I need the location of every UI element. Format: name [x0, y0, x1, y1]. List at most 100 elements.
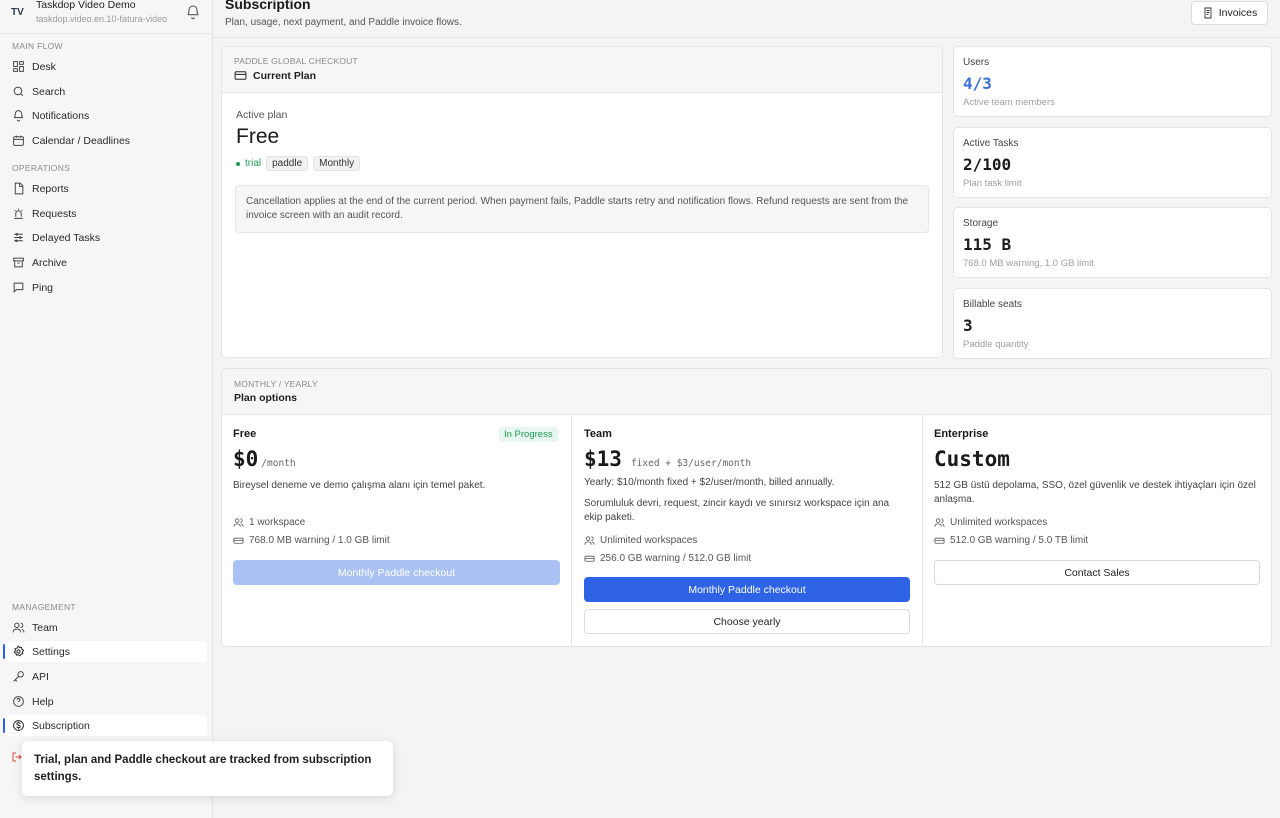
sidebar-item-label: Settings: [32, 645, 70, 658]
feature-workspaces: Unlimited workspaces: [934, 517, 1047, 528]
active-plan-label: Active plan: [236, 109, 288, 121]
section-operations: OPERATIONS: [12, 163, 71, 173]
sidebar-item-settings[interactable]: Settings: [3, 641, 207, 662]
feature-workspaces: Unlimited workspaces: [584, 535, 697, 546]
plan-options-title: Plan options: [234, 392, 297, 404]
stat-value: 115 B: [963, 235, 1012, 254]
storage-icon: [934, 537, 945, 544]
archive-icon: [13, 257, 24, 268]
sidebar: TV Taskdop Video Demo taskdop.video.en.1…: [0, 0, 213, 818]
section-management: MANAGEMENT: [12, 602, 76, 612]
stat-label: Storage: [963, 218, 999, 229]
sidebar-item-desk[interactable]: Desk: [6, 56, 207, 77]
invoices-button[interactable]: Invoices: [1191, 1, 1268, 25]
stat-label: Active Tasks: [963, 138, 1019, 149]
page-title: Subscription: [225, 0, 311, 12]
invoices-label: Invoices: [1218, 7, 1258, 19]
users-icon: [934, 518, 945, 527]
gear-icon: [13, 645, 25, 657]
stat-sub: 768.0 MB warning, 1.0 GB limit: [963, 258, 1094, 269]
sidebar-item-calendar[interactable]: Calendar / Deadlines: [6, 130, 207, 151]
billing-cycle-tag: Monthly: [313, 156, 361, 171]
price-amount: Custom: [934, 447, 1010, 471]
sidebar-item-label: Reports: [32, 182, 69, 195]
users-icon: [233, 518, 244, 527]
help-icon: [13, 696, 24, 707]
stat-value: 4/3: [963, 74, 992, 93]
stat-value: 3: [963, 316, 973, 335]
storage-icon: [233, 537, 244, 544]
key-icon: [13, 671, 24, 682]
sidebar-item-label: Search: [32, 85, 66, 98]
plan-name-enterprise: Enterprise: [934, 428, 989, 440]
sidebar-item-archive[interactable]: Archive: [6, 252, 207, 273]
plan-options-header: MONTHLY / YEARLY Plan options: [222, 369, 1271, 415]
contact-sales-button[interactable]: Contact Sales: [934, 560, 1260, 585]
sidebar-item-subscription[interactable]: Subscription: [3, 715, 207, 736]
feature-text: 512.0 GB warning / 5.0 TB limit: [950, 535, 1089, 546]
stat-label: Billable seats: [963, 299, 1022, 310]
bell-icon[interactable]: [185, 4, 201, 20]
stat-card-active-tasks: Active Tasks 2/100 Plan task limit: [953, 127, 1272, 198]
sidebar-item-help[interactable]: Help: [6, 691, 207, 712]
sidebar-item-search[interactable]: Search: [6, 81, 207, 102]
siren-icon: [14, 208, 23, 219]
plan-desc-team: Sorumluluk devri, request, zincir kaydı …: [584, 498, 890, 523]
toast-message: Trial, plan and Paddle checkout are trac…: [22, 741, 393, 796]
sidebar-item-label: Help: [32, 695, 54, 708]
price-amount: $0: [233, 447, 259, 471]
feature-storage: 512.0 GB warning / 5.0 TB limit: [934, 535, 1088, 546]
stat-card-users: Users 4/3 Active team members: [953, 46, 1272, 117]
plan-options-eyebrow: MONTHLY / YEARLY: [234, 379, 318, 389]
workspace-switcher[interactable]: TV Taskdop Video Demo taskdop.video.en.1…: [0, 0, 212, 34]
column-divider: [571, 414, 572, 646]
choose-yearly-button[interactable]: Choose yearly: [584, 609, 910, 634]
feature-storage: 768.0 MB warning / 1.0 GB limit: [233, 535, 390, 546]
sidebar-item-requests[interactable]: Requests: [6, 203, 207, 224]
plan-price-team: $13 fixed + $3/user/month: [584, 447, 751, 471]
sidebar-item-label: API: [32, 670, 49, 683]
stat-label: Users: [963, 57, 990, 68]
plan-name-team: Team: [584, 428, 612, 440]
cancellation-note: Cancellation applies at the end of the c…: [235, 185, 929, 233]
plan-price-free: $0 /month: [233, 447, 296, 471]
current-plan-title: Current Plan: [234, 69, 316, 82]
header-divider: [213, 37, 1280, 38]
active-plan-name: Free: [236, 125, 280, 148]
sidebar-item-team[interactable]: Team: [6, 617, 207, 638]
sliders-icon: [14, 232, 23, 243]
feature-storage: 256.0 GB warning / 512.0 GB limit: [584, 553, 751, 564]
sidebar-item-delayed-tasks[interactable]: Delayed Tasks: [6, 227, 207, 248]
feature-text: 1 workspace: [249, 517, 306, 528]
sidebar-item-label: Notifications: [32, 109, 90, 122]
feature-text: Unlimited workspaces: [600, 535, 698, 546]
stat-sub: Paddle quantity: [963, 339, 1029, 350]
document-icon: [1204, 7, 1212, 19]
plan-tags: trial paddle Monthly: [236, 156, 361, 171]
status-badge: In Progress: [499, 427, 558, 442]
trial-badge: trial: [236, 158, 261, 169]
feature-text: 768.0 MB warning / 1.0 GB limit: [249, 535, 390, 546]
stat-card-storage: Storage 115 B 768.0 MB warning, 1.0 GB l…: [953, 207, 1272, 278]
plan-desc-free: Bireysel deneme ve demo çalışma alanı iç…: [233, 480, 486, 491]
sidebar-item-notifications[interactable]: Notifications: [6, 105, 207, 126]
current-plan-eyebrow: PADDLE GLOBAL CHECKOUT: [234, 56, 358, 66]
plan-price-enterprise: Custom: [934, 447, 1010, 471]
calendar-icon: [13, 135, 24, 146]
sidebar-item-api[interactable]: API: [6, 666, 207, 687]
price-unit: /month: [261, 458, 296, 469]
team-checkout-button[interactable]: Monthly Paddle checkout: [584, 577, 910, 602]
provider-tag: paddle: [266, 156, 309, 171]
workspace-name: Taskdop Video Demo: [36, 0, 136, 11]
free-checkout-button[interactable]: Monthly Paddle checkout: [233, 560, 560, 585]
users-icon: [584, 536, 595, 545]
stat-card-billable-seats: Billable seats 3 Paddle quantity: [953, 288, 1272, 359]
page-subtitle: Plan, usage, next payment, and Paddle in…: [225, 17, 462, 28]
storage-icon: [584, 555, 595, 562]
sidebar-item-reports[interactable]: Reports: [6, 178, 207, 199]
sidebar-item-ping[interactable]: Ping: [6, 277, 207, 298]
stat-value: 2/100: [963, 155, 1012, 174]
current-plan-header: PADDLE GLOBAL CHECKOUT Current Plan: [222, 47, 942, 93]
column-divider: [922, 414, 923, 646]
workspace-subtitle: taskdop.video.en.10-fatura-video: [36, 14, 168, 24]
